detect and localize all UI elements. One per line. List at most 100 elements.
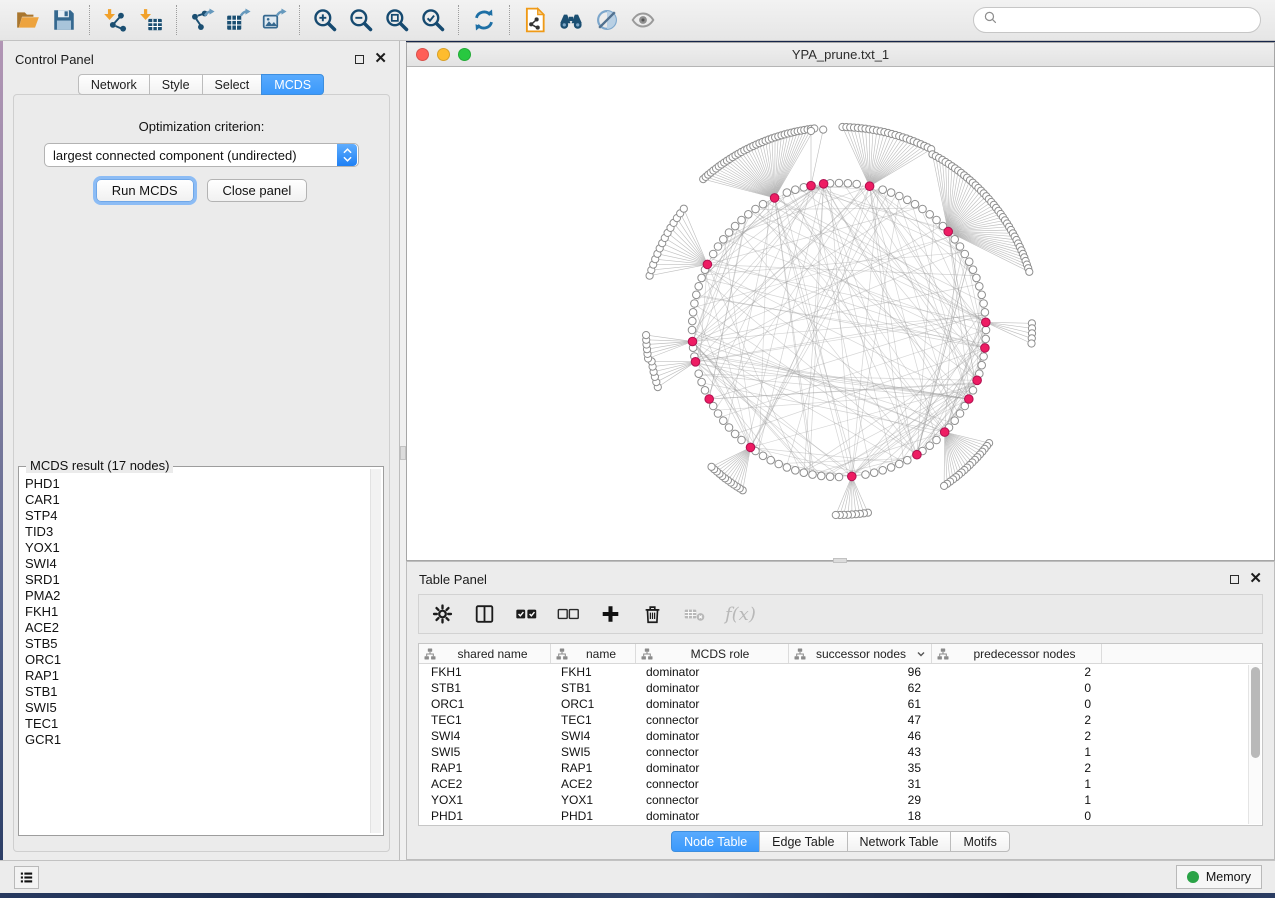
mcds-result-item[interactable]: CAR1 xyxy=(25,492,367,508)
tab-select[interactable]: Select xyxy=(202,74,263,95)
column-label: MCDS role xyxy=(657,647,783,661)
mcds-result-item[interactable]: ACE2 xyxy=(25,620,367,636)
window-zoom-button[interactable] xyxy=(458,48,471,61)
zoom-out-icon[interactable] xyxy=(343,3,379,37)
window-minimize-button[interactable] xyxy=(437,48,450,61)
export-network-icon[interactable] xyxy=(184,3,220,37)
table-row[interactable]: RAP1RAP1dominator352 xyxy=(419,760,1262,776)
import-network-icon[interactable] xyxy=(97,3,133,37)
mcds-result-item[interactable]: SWI5 xyxy=(25,700,367,716)
mcds-result-item[interactable]: TID3 xyxy=(25,524,367,540)
cell-successor-nodes: 96 xyxy=(789,665,932,679)
tab-edge-table[interactable]: Edge Table xyxy=(759,831,847,852)
mcds-result-item[interactable]: TEC1 xyxy=(25,716,367,732)
deselect-all-icon[interactable] xyxy=(557,603,580,625)
first-neighbors-icon[interactable] xyxy=(553,3,589,37)
mcds-result-groupbox: MCDS result (17 nodes) PHD1CAR1STP4TID3Y… xyxy=(18,466,384,836)
tab-network[interactable]: Network xyxy=(78,74,150,95)
cell-name: TEC1 xyxy=(551,713,636,727)
mcds-result-list[interactable]: PHD1CAR1STP4TID3YOX1SWI4SRD1PMA2FKH1ACE2… xyxy=(25,476,367,831)
mcds-result-item[interactable]: PMA2 xyxy=(25,588,367,604)
hide-details-icon[interactable] xyxy=(589,3,625,37)
delete-table-icon xyxy=(683,603,706,625)
columns-icon[interactable] xyxy=(473,603,496,625)
zoom-fit-icon[interactable] xyxy=(379,3,415,37)
mcds-result-item[interactable]: PHD1 xyxy=(25,476,367,492)
mcds-result-item[interactable]: ORC1 xyxy=(25,652,367,668)
mcds-result-title: MCDS result (17 nodes) xyxy=(26,458,173,473)
column-header-shared-name[interactable]: shared name xyxy=(419,644,551,663)
column-header-MCDS-role[interactable]: MCDS role xyxy=(636,644,789,663)
cell-successor-nodes: 62 xyxy=(789,681,932,695)
table-scrollbar[interactable] xyxy=(1248,665,1261,824)
float-panel-icon[interactable] xyxy=(355,55,364,64)
delete-column-icon[interactable] xyxy=(641,603,664,625)
close-table-panel-icon[interactable]: ✕ xyxy=(1249,574,1262,584)
table-row[interactable]: ORC1ORC1dominator610 xyxy=(419,696,1262,712)
tab-node-table[interactable]: Node Table xyxy=(671,831,760,852)
export-image-icon[interactable] xyxy=(256,3,292,37)
table-row[interactable]: TEC1TEC1connector472 xyxy=(419,712,1262,728)
mcds-result-item[interactable]: RAP1 xyxy=(25,668,367,684)
mcds-result-item[interactable]: STP4 xyxy=(25,508,367,524)
mcds-result-item[interactable]: GCR1 xyxy=(25,732,367,748)
float-table-panel-icon[interactable] xyxy=(1230,575,1239,584)
table-row[interactable]: SWI4SWI4dominator462 xyxy=(419,728,1262,744)
task-history-button[interactable] xyxy=(14,866,39,889)
search-input[interactable] xyxy=(1003,12,1251,29)
show-details-icon[interactable] xyxy=(625,3,661,37)
network-view-window: YPA_prune.txt_1 xyxy=(406,42,1275,561)
run-mcds-button[interactable]: Run MCDS xyxy=(96,179,194,202)
cell-predecessor-nodes: 2 xyxy=(932,729,1102,743)
search-box[interactable] xyxy=(973,7,1261,33)
zoom-selected-icon[interactable] xyxy=(415,3,451,37)
mcds-result-item[interactable]: YOX1 xyxy=(25,540,367,556)
column-header-predecessor-nodes[interactable]: predecessor nodes xyxy=(932,644,1102,663)
node-table-body: FKH1FKH1dominator962STB1STB1dominator620… xyxy=(419,664,1262,824)
import-table-icon[interactable] xyxy=(133,3,169,37)
zoom-in-icon[interactable] xyxy=(307,3,343,37)
refresh-layout-icon[interactable] xyxy=(466,3,502,37)
column-label: name xyxy=(572,647,630,661)
column-header-successor-nodes[interactable]: successor nodes xyxy=(789,644,932,663)
tab-network-table[interactable]: Network Table xyxy=(847,831,952,852)
cell-predecessor-nodes: 2 xyxy=(932,761,1102,775)
tab-mcds[interactable]: MCDS xyxy=(261,74,324,95)
table-splitter-grip[interactable] xyxy=(833,558,847,563)
criterion-select[interactable]: largest connected component (undirected) xyxy=(44,143,359,167)
tab-style[interactable]: Style xyxy=(149,74,203,95)
add-column-icon[interactable] xyxy=(599,603,622,625)
table-row[interactable]: STB1STB1dominator620 xyxy=(419,680,1262,696)
mcds-result-item[interactable]: SRD1 xyxy=(25,572,367,588)
table-settings-icon[interactable] xyxy=(431,603,454,625)
mcds-result-item[interactable]: STB5 xyxy=(25,636,367,652)
cell-predecessor-nodes: 1 xyxy=(932,777,1102,791)
mcds-list-scrollbar[interactable] xyxy=(370,469,381,833)
new-network-from-selection-icon[interactable] xyxy=(517,3,553,37)
tab-motifs[interactable]: Motifs xyxy=(950,831,1009,852)
toolbar-separator xyxy=(89,5,90,35)
table-row[interactable]: PHD1PHD1dominator180 xyxy=(419,808,1262,824)
table-row[interactable]: FKH1FKH1dominator962 xyxy=(419,664,1262,680)
close-panel-button[interactable]: Close panel xyxy=(207,179,308,202)
network-window-titlebar[interactable]: YPA_prune.txt_1 xyxy=(407,43,1274,67)
select-all-icon[interactable] xyxy=(515,603,538,625)
export-table-icon[interactable] xyxy=(220,3,256,37)
window-close-button[interactable] xyxy=(416,48,429,61)
open-file-icon[interactable] xyxy=(10,3,46,37)
table-row[interactable]: ACE2ACE2connector311 xyxy=(419,776,1262,792)
table-scrollbar-thumb[interactable] xyxy=(1251,667,1260,758)
close-panel-icon[interactable]: ✕ xyxy=(374,54,387,64)
cell-shared-name: YOX1 xyxy=(419,793,551,807)
mcds-result-item[interactable]: FKH1 xyxy=(25,604,367,620)
table-row[interactable]: YOX1YOX1connector291 xyxy=(419,792,1262,808)
mcds-result-item[interactable]: SWI4 xyxy=(25,556,367,572)
column-header-name[interactable]: name xyxy=(551,644,636,663)
table-row[interactable]: SWI5SWI5connector431 xyxy=(419,744,1262,760)
save-session-icon[interactable] xyxy=(46,3,82,37)
cell-successor-nodes: 29 xyxy=(789,793,932,807)
memory-button[interactable]: Memory xyxy=(1176,865,1262,889)
network-canvas[interactable] xyxy=(407,67,1274,560)
mcds-result-item[interactable]: STB1 xyxy=(25,684,367,700)
network-graph[interactable] xyxy=(407,67,1274,560)
